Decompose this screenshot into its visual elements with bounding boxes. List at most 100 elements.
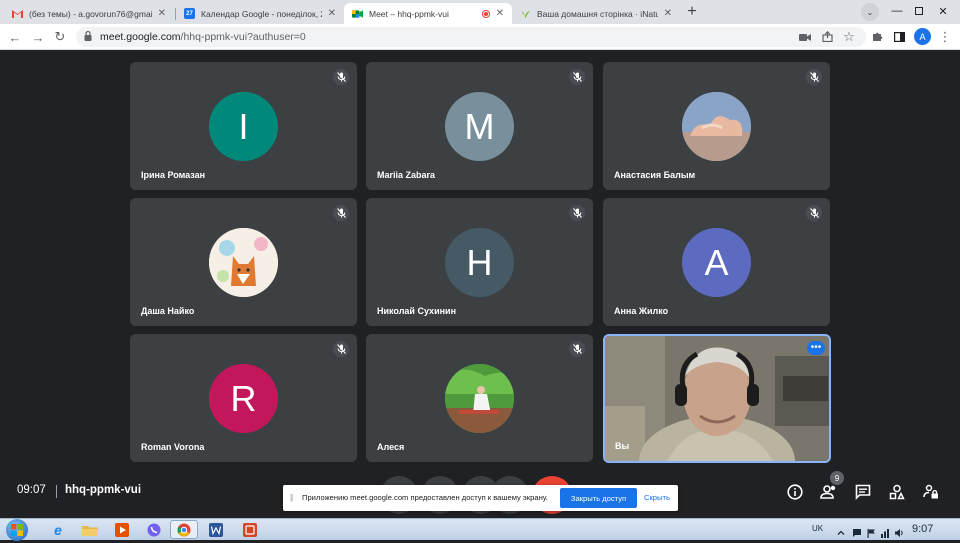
participant-avatar-photo bbox=[209, 228, 278, 297]
participant-name: Анастасия Балым bbox=[614, 170, 696, 180]
reload-icon: ↻ bbox=[54, 29, 66, 44]
taskbar-presentation[interactable] bbox=[236, 520, 264, 539]
folder-icon bbox=[82, 525, 98, 536]
info-icon bbox=[787, 484, 803, 500]
lock-icon bbox=[84, 30, 92, 43]
stop-sharing-button[interactable]: Закрыть доступ bbox=[560, 488, 637, 508]
browser-toolbar: ← → ↻ meet.google.com/hhq-ppmk-vui?authu… bbox=[0, 24, 960, 50]
tab-search-button[interactable]: ⌄ bbox=[861, 3, 879, 21]
activities-button[interactable] bbox=[886, 481, 908, 503]
host-controls-button[interactable] bbox=[920, 481, 942, 503]
action-center-icon[interactable] bbox=[852, 525, 862, 537]
share-button[interactable] bbox=[818, 28, 836, 46]
taskbar-chrome[interactable] bbox=[170, 520, 198, 539]
self-view-tile[interactable]: ••• Вы bbox=[603, 334, 831, 463]
language-indicator[interactable]: UK bbox=[812, 524, 823, 533]
viber-icon bbox=[147, 523, 161, 536]
mic-off-icon bbox=[333, 341, 349, 357]
participant-name: Николай Сухинин bbox=[377, 306, 457, 316]
side-panel-icon bbox=[893, 30, 905, 45]
volume-icon[interactable] bbox=[894, 525, 904, 537]
taskbar-internet-explorer[interactable]: e bbox=[44, 520, 72, 539]
chat-icon bbox=[855, 484, 871, 500]
participant-name: Ірина Ромазан bbox=[141, 170, 206, 180]
participant-avatar-initial: I bbox=[209, 92, 278, 161]
close-icon[interactable]: ✕ bbox=[664, 8, 672, 19]
tab-gmail[interactable]: (без темы) - a.govorun76@gmail.com ✕ bbox=[4, 3, 174, 24]
more-options-button[interactable]: ••• bbox=[807, 341, 825, 355]
flag-icon[interactable] bbox=[866, 525, 876, 538]
participant-tile[interactable]: Алеся bbox=[366, 334, 593, 462]
restore-icon bbox=[915, 7, 923, 15]
tab-title: Календар Google - понеділок, 27 bbox=[201, 8, 322, 19]
more-horiz-icon: ••• bbox=[810, 342, 822, 353]
close-window-button[interactable]: ✕ bbox=[930, 2, 956, 20]
hide-notice-link[interactable]: Скрыть bbox=[644, 493, 670, 502]
url-host: meet.google.com bbox=[100, 31, 181, 43]
windows-logo-icon bbox=[11, 524, 23, 536]
participant-tile[interactable]: I Ірина Ромазан bbox=[130, 62, 357, 190]
screen-share-notice: || Приложению meet.google.com предоставл… bbox=[283, 485, 678, 511]
taskbar-clock[interactable]: 9:07 bbox=[912, 523, 933, 535]
forward-button[interactable]: → bbox=[29, 28, 47, 46]
camera-permission-button[interactable] bbox=[796, 28, 814, 46]
lock-person-icon bbox=[923, 484, 938, 499]
participant-count-badge: 9 bbox=[830, 471, 844, 485]
divider bbox=[56, 485, 57, 498]
mic-off-icon bbox=[569, 341, 585, 357]
participant-name: Алеся bbox=[377, 442, 405, 452]
self-name-label: Вы bbox=[615, 441, 630, 451]
network-icon[interactable] bbox=[880, 525, 890, 538]
tab-meet[interactable]: Meet – hhq-ppmk-vui ✕ bbox=[344, 3, 512, 24]
mic-off-icon bbox=[806, 69, 822, 85]
drag-handle-icon[interactable]: || bbox=[290, 493, 293, 502]
chrome-icon bbox=[177, 523, 191, 536]
close-icon[interactable]: ✕ bbox=[496, 8, 504, 19]
bookmark-button[interactable]: ☆ bbox=[840, 28, 858, 46]
participant-avatar-initial: R bbox=[209, 364, 278, 433]
taskbar-word[interactable] bbox=[202, 520, 230, 539]
taskbar-viber[interactable] bbox=[140, 520, 168, 539]
participant-tile[interactable]: A Анна Жилко bbox=[603, 198, 830, 326]
internet-explorer-icon: e bbox=[54, 521, 62, 538]
participant-name: Анна Жилко bbox=[614, 306, 669, 316]
tab-calendar[interactable]: 27 Календар Google - понеділок, 27 ✕ bbox=[176, 3, 344, 24]
meeting-details-button[interactable] bbox=[784, 481, 806, 503]
restore-button[interactable] bbox=[906, 2, 932, 20]
participant-avatar-initial: M bbox=[445, 92, 514, 161]
shapes-icon bbox=[889, 484, 905, 500]
mic-off-icon bbox=[569, 69, 585, 85]
participant-tile[interactable]: H Николай Сухинин bbox=[366, 198, 593, 326]
meeting-time: 09:07 bbox=[17, 484, 46, 496]
close-icon[interactable]: ✕ bbox=[328, 8, 336, 19]
tab-inaturalist[interactable]: Ваша домашня сторінка · iNaturalist ✕ bbox=[512, 3, 680, 24]
participant-avatar-photo bbox=[445, 364, 514, 433]
profile-avatar[interactable]: A bbox=[914, 28, 931, 45]
start-button[interactable] bbox=[6, 519, 28, 541]
participant-tile[interactable]: R Roman Vorona bbox=[130, 334, 357, 462]
more-vert-icon: ⋮ bbox=[938, 29, 952, 44]
participant-tile[interactable]: Даша Найко bbox=[130, 198, 357, 326]
show-hidden-icons-icon[interactable] bbox=[836, 525, 846, 535]
inaturalist-icon bbox=[520, 8, 531, 19]
chat-button[interactable] bbox=[852, 481, 874, 503]
extensions-button[interactable] bbox=[868, 28, 886, 46]
mic-off-icon bbox=[333, 69, 349, 85]
participant-tile[interactable]: Анастасия Балым bbox=[603, 62, 830, 190]
reload-button[interactable]: ↻ bbox=[51, 28, 69, 46]
side-panel-button[interactable] bbox=[890, 28, 908, 46]
participant-avatar-initial: A bbox=[682, 228, 751, 297]
share-icon bbox=[821, 30, 833, 45]
close-icon[interactable]: ✕ bbox=[158, 8, 166, 19]
address-bar[interactable]: meet.google.com/hhq-ppmk-vui?authuser=0 bbox=[76, 27, 866, 47]
mic-off-icon bbox=[569, 205, 585, 221]
browser-menu-button[interactable]: ⋮ bbox=[936, 28, 954, 46]
back-button[interactable]: ← bbox=[6, 28, 24, 46]
media-player-icon bbox=[115, 522, 129, 537]
new-tab-button[interactable]: + bbox=[682, 3, 702, 21]
participant-tile[interactable]: M Mariia Zabara bbox=[366, 62, 593, 190]
taskbar-explorer[interactable] bbox=[76, 520, 104, 539]
tab-title: Meet – hhq-ppmk-vui bbox=[369, 8, 449, 19]
share-notice-text: Приложению meet.google.com предоставлен … bbox=[302, 493, 548, 502]
taskbar-media-player[interactable] bbox=[108, 520, 136, 539]
